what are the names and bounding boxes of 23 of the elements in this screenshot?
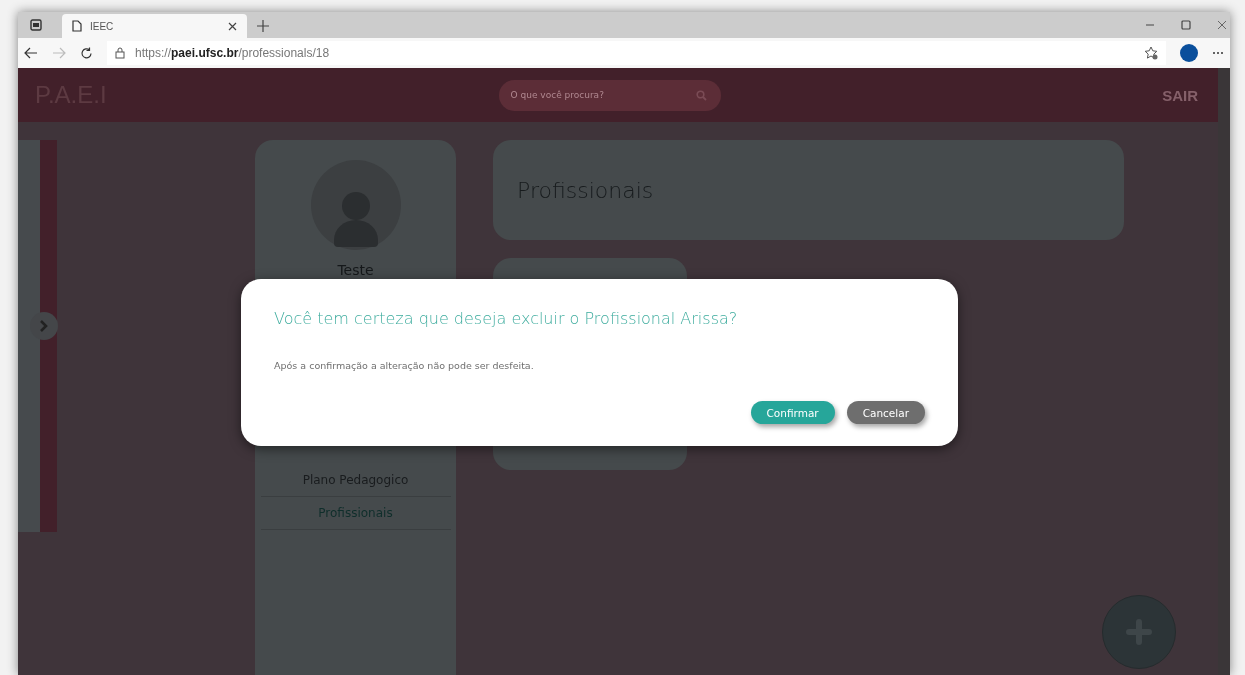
lock-icon [115, 47, 125, 59]
more-icon[interactable] [1212, 51, 1224, 55]
maximize-icon[interactable] [1181, 20, 1191, 30]
cancel-button[interactable]: Cancelar [846, 401, 925, 424]
close-icon[interactable] [228, 21, 237, 31]
browser-tab[interactable]: IEEC [62, 14, 247, 38]
dialog-message: Após a confirmação a alteração não pode ser desfeita. [274, 360, 535, 371]
url-text: https://paei.ufsc.br/professionals/18 [135, 46, 330, 60]
logout-link[interactable]: SAIR [1162, 86, 1198, 104]
search-field[interactable]: O que você procura? [498, 79, 721, 111]
scrollbar[interactable] [1218, 68, 1230, 675]
tab-title: IEEC [90, 20, 115, 32]
confirm-button[interactable]: Confirmar [750, 401, 835, 424]
chevron-right-icon [39, 320, 49, 332]
page-icon [72, 20, 82, 32]
tab-actions-icon[interactable] [30, 19, 42, 31]
new-tab-icon[interactable] [257, 20, 269, 32]
favorites-star-icon[interactable] [1144, 46, 1158, 60]
reload-icon[interactable] [80, 46, 93, 60]
profile-icon[interactable] [1180, 44, 1198, 62]
dialog-title: Você tem certeza que deseja excluir o Profissional Arissa? [274, 309, 739, 328]
address-bar[interactable]: https://paei.ufsc.br/professionals/18 [107, 41, 1166, 65]
back-icon[interactable] [24, 47, 38, 59]
